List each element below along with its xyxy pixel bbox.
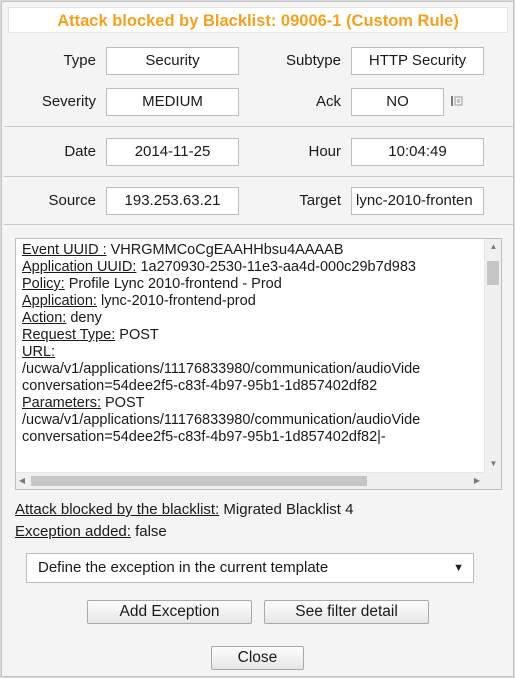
blacklist-label: Attack blocked by the blacklist: [15,501,220,518]
severity-field: MEDIUM [106,88,239,116]
target-field: lync-2010-fronten [351,187,484,215]
vertical-scroll-thumb[interactable] [487,261,499,285]
exception-value: false [130,523,167,540]
arrow-left-icon[interactable]: ◀ [16,476,28,486]
detail-line: /ucwa/v1/applications/11176833980/commun… [22,412,482,429]
detail-value: POST [115,327,159,343]
exception-template-dropdown[interactable]: Define the exception in the current temp… [26,553,474,583]
dialog-title: Attack blocked by Blacklist: 09006-1 (Cu… [8,7,508,33]
arrow-right-icon[interactable]: ▶ [471,476,483,486]
ack-field: NO [351,88,444,116]
detail-line: conversation=54dee2f5-c83f-4b97-95b1-1d8… [22,429,482,446]
detail-value: lync-2010-frontend-prod [96,293,256,309]
detail-line: Event UUID : VHRGMMCoCgEAAHHbsu4AAAAB [22,242,482,259]
detail-label: Application: [22,293,97,309]
arrow-down-icon[interactable]: ▼ [485,459,501,469]
horizontal-scroll-thumb[interactable] [31,476,367,486]
add-exception-button[interactable]: Add Exception [87,600,252,624]
type-field: Security [106,47,239,75]
detail-label: Event UUID : [22,242,107,258]
detail-label: Action: [22,310,67,326]
detail-value: VHRGMMCoCgEAAHHbsu4AAAAB [106,242,344,258]
subtype-label: Subtype [285,52,341,69]
separator [4,224,513,225]
see-filter-detail-button[interactable]: See filter detail [264,600,429,624]
horizontal-scrollbar[interactable]: ◀ ▶ [16,472,485,489]
blacklist-value: Migrated Blacklist 4 [219,501,354,518]
detail-value: /ucwa/v1/applications/11176833980/commun… [22,412,421,428]
event-details-text: Event UUID : VHRGMMCoCgEAAHHbsu4AAAAB Ap… [22,242,482,470]
dialog-panel: Attack blocked by Blacklist: 09006-1 (Cu… [1,1,514,677]
hour-field: 10:04:49 [351,138,484,166]
detail-value: 1a270930-2530-11e3-aa4d-000c29b7d983 [136,259,416,275]
detail-value: conversation=54dee2f5-c83f-4b97-95b1-1d8… [22,378,378,394]
date-field: 2014-11-25 [106,138,239,166]
hour-label: Hour [308,143,341,160]
detail-line: conversation=54dee2f5-c83f-4b97-95b1-1d8… [22,378,482,395]
detail-value: Profile Lync 2010-frontend - Prod [64,276,282,292]
arrow-up-icon[interactable]: ▲ [485,242,501,252]
detail-value: /ucwa/v1/applications/11176833980/commun… [22,361,421,377]
detail-line: Action: deny [22,310,482,327]
separator [4,126,513,127]
close-button[interactable]: Close [211,646,304,670]
edit-ack-icon[interactable] [450,94,464,108]
detail-value: deny [66,310,102,326]
dropdown-selected: Define the exception in the current temp… [38,559,329,576]
detail-label: Application UUID: [22,259,137,275]
source-label: Source [48,192,96,209]
detail-line: /ucwa/v1/applications/11176833980/commun… [22,361,482,378]
exception-line: Exception added: false [15,523,167,540]
detail-label: Policy: [22,276,65,292]
severity-label: Severity [41,93,96,110]
detail-label: Parameters: [22,395,101,411]
target-label: Target [299,192,341,209]
blacklist-line: Attack blocked by the blacklist: Migrate… [15,501,353,518]
detail-line: Application: lync-2010-frontend-prod [22,293,482,310]
date-label: Date [64,143,96,160]
detail-label: URL: [22,344,56,360]
scroll-corner [484,472,501,489]
event-details-box[interactable]: Event UUID : VHRGMMCoCgEAAHHbsu4AAAAB Ap… [15,238,502,490]
detail-label: Request Type: [22,327,116,343]
detail-value: POST [100,395,145,411]
ack-label: Ack [315,93,341,110]
detail-line: Application UUID: 1a270930-2530-11e3-aa4… [22,259,482,276]
vertical-scrollbar[interactable]: ▲ ▼ [484,239,501,472]
detail-line: URL: [22,344,482,361]
detail-value: conversation=54dee2f5-c83f-4b97-95b1-1d8… [22,429,386,445]
detail-line: Policy: Profile Lync 2010-frontend - Pro… [22,276,482,293]
exception-label: Exception added: [15,523,131,540]
chevron-down-icon[interactable]: ▼ [453,554,464,582]
subtype-field: HTTP Security [351,47,484,75]
detail-line: Parameters: POST [22,395,482,412]
separator [4,176,513,177]
type-label: Type [63,52,96,69]
detail-line: Request Type: POST [22,327,482,344]
source-field: 193.253.63.21 [106,187,239,215]
